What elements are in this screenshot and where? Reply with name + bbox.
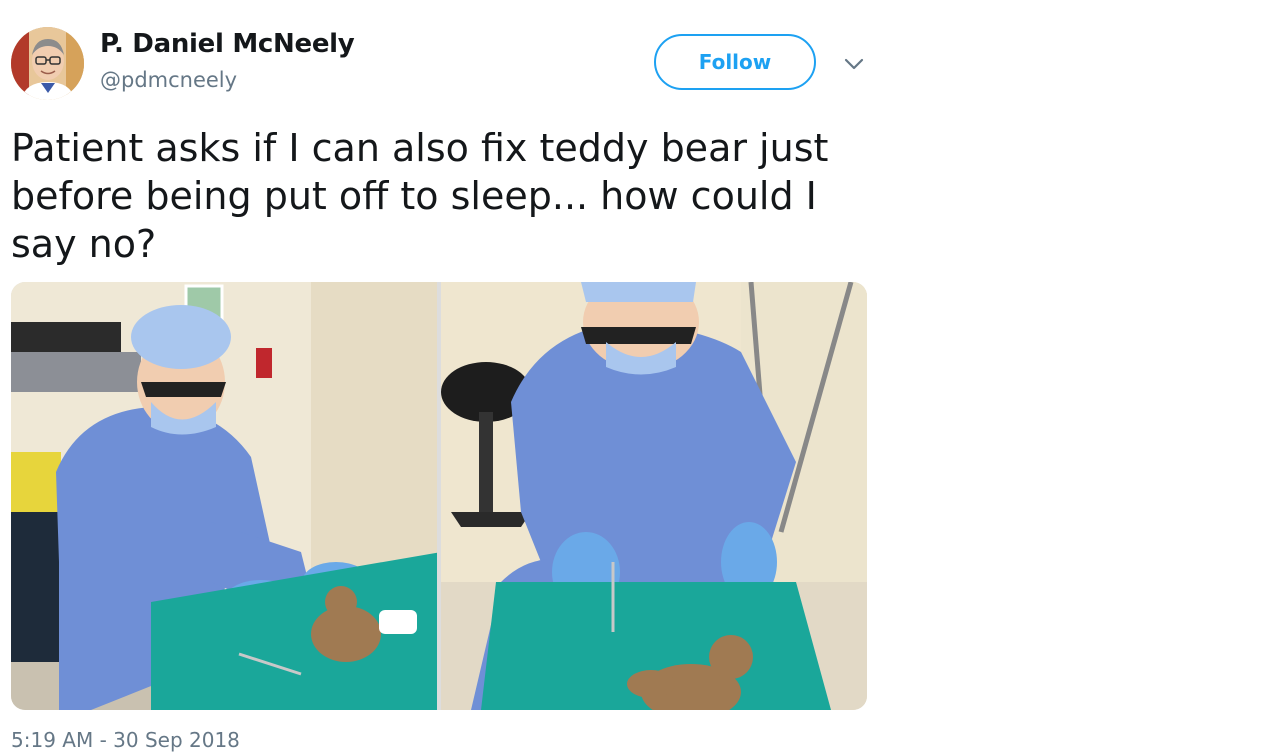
tweet-photo-1[interactable] bbox=[11, 282, 437, 710]
tweet-photo-2[interactable] bbox=[441, 282, 867, 710]
follow-button[interactable]: Follow bbox=[654, 34, 816, 90]
chevron-down-icon[interactable] bbox=[842, 52, 866, 76]
tweet-media bbox=[11, 282, 867, 710]
author-name[interactable]: P. Daniel McNeely bbox=[100, 29, 355, 59]
avatar-image bbox=[11, 27, 84, 100]
author-handle[interactable]: @pdmcneely bbox=[100, 68, 237, 92]
tweet-timestamp[interactable]: 5:19 AM - 30 Sep 2018 bbox=[11, 728, 240, 752]
avatar[interactable] bbox=[11, 27, 84, 100]
tweet-card: P. Daniel McNeely @pdmcneely Follow Pati… bbox=[0, 0, 880, 752]
tweet-text: Patient asks if I can also fix teddy bea… bbox=[11, 126, 829, 266]
